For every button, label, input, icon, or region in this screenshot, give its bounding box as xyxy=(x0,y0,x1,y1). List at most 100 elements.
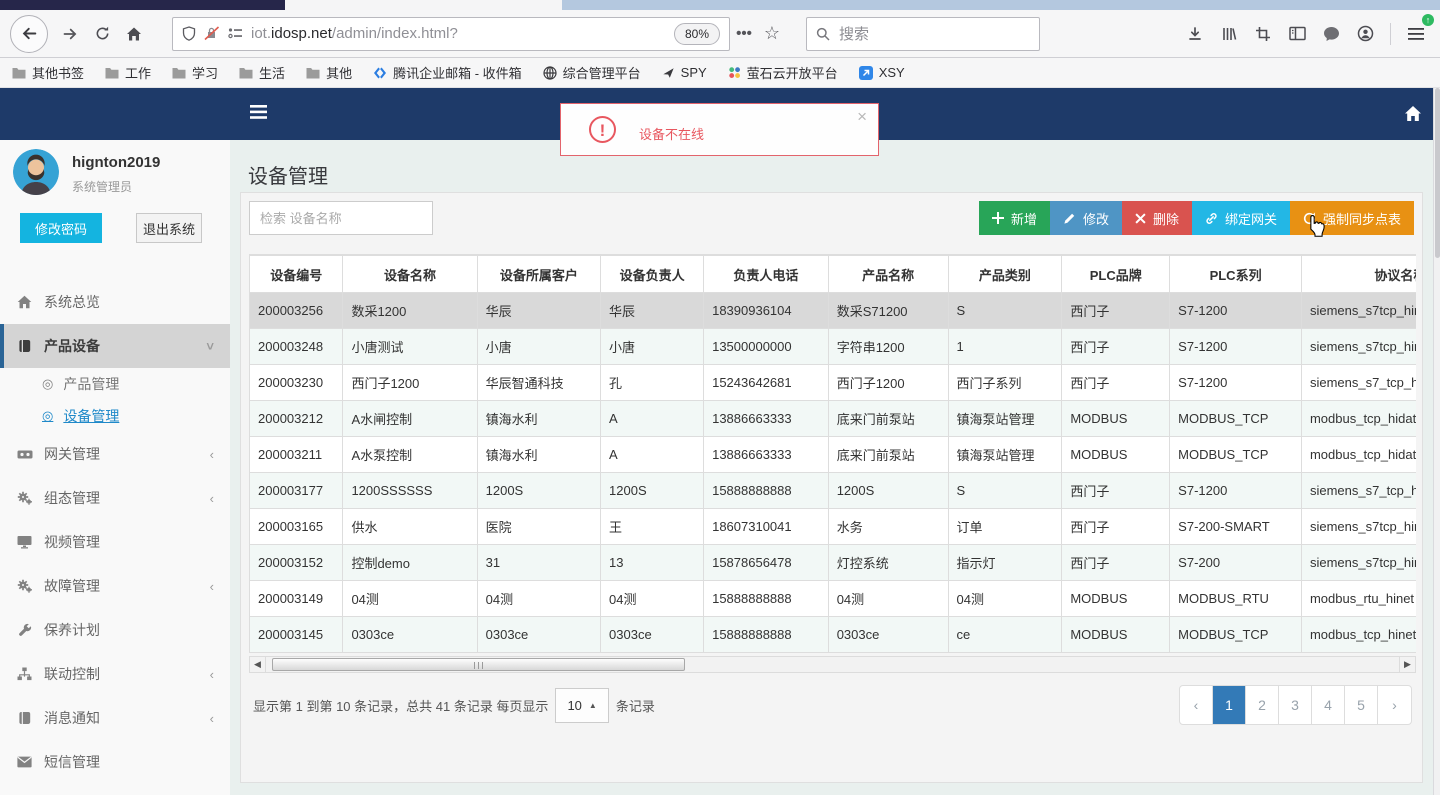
page-button-3[interactable]: 3 xyxy=(1279,686,1312,724)
sidebar-item-system-overview[interactable]: 系统总览 xyxy=(0,280,230,324)
reload-button[interactable] xyxy=(86,18,118,50)
column-header[interactable]: 设备所属客户 xyxy=(476,255,602,293)
page-actions-icon[interactable]: ••• xyxy=(730,19,758,49)
sidebar-item-gateway-management[interactable]: 网关管理 ‹ xyxy=(0,432,230,476)
table-row[interactable]: 200003256 数采1200 华辰 华辰 18390936104 数采S71200 S 西… xyxy=(249,292,1416,329)
table-row[interactable]: 200003152 控制demo 31 13 15878656478 灯控系统 指示灯 西门子… xyxy=(249,544,1416,581)
downloads-icon[interactable] xyxy=(1181,19,1209,49)
navbar-home-icon[interactable] xyxy=(1404,105,1422,122)
alert-close-icon[interactable]: × xyxy=(857,107,867,127)
column-header[interactable]: PLC系列 xyxy=(1169,255,1302,293)
table-cell: A水泵控制 xyxy=(342,436,478,473)
sidebar-item-maintenance-plan[interactable]: 保养计划 xyxy=(0,608,230,652)
table-row[interactable]: 200003165 供水 医院王 18607310041 水务 订单 西门子 S7-200-S… xyxy=(249,508,1416,545)
bookmark-management-platform[interactable]: 综合管理平台 xyxy=(543,63,641,82)
table-cell: 1 xyxy=(947,328,1063,365)
sidebar-item-video-management[interactable]: 视频管理 xyxy=(0,520,230,564)
column-header[interactable]: 设备名称 xyxy=(342,255,478,293)
error-icon: ! xyxy=(589,116,616,143)
device-search-input[interactable] xyxy=(249,201,433,235)
active-tab-partial[interactable] xyxy=(285,0,562,10)
sidebar-item-message-notice[interactable]: 消息通知 ‹ xyxy=(0,696,230,740)
column-header[interactable]: 设备编号 xyxy=(249,255,344,293)
column-header[interactable]: 设备负责人 xyxy=(600,255,705,293)
page-button-next[interactable]: › xyxy=(1378,686,1411,724)
pagination: ‹ 1 2 3 4 5 › xyxy=(1179,685,1412,725)
bookmark-other[interactable]: 其他 xyxy=(306,63,352,82)
url-bar[interactable]: iot.idosp.net/admin/index.html? 80% xyxy=(172,16,730,51)
library-icon[interactable] xyxy=(1215,19,1243,49)
sidebar-item-fault-management[interactable]: 故障管理 ‹ xyxy=(0,564,230,608)
delete-button[interactable]: 删除 xyxy=(1121,201,1192,235)
column-header[interactable]: 产品名称 xyxy=(827,255,949,293)
bookmark-work[interactable]: 工作 xyxy=(105,63,151,82)
bookmark-star-icon[interactable]: ☆ xyxy=(758,19,786,49)
sidebar-toggle-icon[interactable] xyxy=(250,105,267,119)
messenger-bubble-icon[interactable] xyxy=(1317,19,1345,49)
zoom-level-badge[interactable]: 80% xyxy=(673,22,720,45)
permissions-icon[interactable] xyxy=(228,27,243,40)
page-button-5[interactable]: 5 xyxy=(1345,686,1378,724)
page-scrollbar-thumb[interactable] xyxy=(1435,88,1440,258)
app-menu-icon[interactable]: ↑ xyxy=(1402,13,1434,49)
edit-button[interactable]: 修改 xyxy=(1049,201,1122,235)
tab-strip-dark-segment xyxy=(0,0,285,10)
home-button[interactable] xyxy=(118,18,150,50)
bookmark-spy[interactable]: SPY xyxy=(662,65,707,80)
table-row[interactable]: 200003177 1200SSSSSS 1200S 1200S 15888888888… xyxy=(249,472,1416,509)
table-cell: siemens_s7_tcp_hidata xyxy=(1300,364,1416,401)
bind-gateway-button[interactable]: 绑定网关 xyxy=(1191,201,1290,235)
bookmark-ys7-open-platform[interactable]: 萤石云开放平台 xyxy=(728,63,838,82)
account-icon[interactable] xyxy=(1351,19,1379,49)
bookmark-other-bookmarks[interactable]: 其他书签 xyxy=(12,63,84,82)
change-password-button[interactable]: 修改密码 xyxy=(20,213,102,243)
horizontal-scrollbar[interactable]: ◀ ▶ xyxy=(249,656,1416,673)
table-row[interactable]: 200003145 0303ce 0303ce 0303ce 15888888888 03… xyxy=(249,616,1416,653)
table-cell: A xyxy=(600,400,705,437)
bookmark-xsy[interactable]: XSY xyxy=(858,65,905,80)
sidebar-item-sms-management[interactable]: 短信管理 xyxy=(0,740,230,784)
force-sync-button[interactable]: 强制同步点表 xyxy=(1289,201,1414,235)
column-header[interactable]: 协议名称 xyxy=(1300,255,1416,293)
sidebar-item-config-management[interactable]: 组态管理 ‹ xyxy=(0,476,230,520)
table-row[interactable]: 200003230 西门子1200 华辰智通科技孔 15243642681 西门子120… xyxy=(249,364,1416,401)
page-button-prev[interactable]: ‹ xyxy=(1180,686,1213,724)
table-row[interactable]: 200003211 A水泵控制 镇海水利 A 13886663333 底来门前泵站 镇海泵站… xyxy=(249,436,1416,473)
bookmark-life[interactable]: 生活 xyxy=(239,63,285,82)
bookmark-study[interactable]: 学习 xyxy=(172,63,218,82)
insecure-connection-icon[interactable] xyxy=(204,26,220,41)
sidebar-subitem-device-management[interactable]: ◎ 设备管理 xyxy=(0,400,230,432)
browser-search-bar[interactable]: 搜索 xyxy=(806,16,1040,51)
table-row[interactable]: 200003149 04测 04测 04测 15888888888 04测 04测 MODBU… xyxy=(249,580,1416,617)
forward-button[interactable] xyxy=(54,18,86,50)
sidebar-item-linkage-control[interactable]: 联动控制 ‹ xyxy=(0,652,230,696)
toolbar-right-icons: ↑ xyxy=(1181,13,1434,49)
table-cell: 西门子 xyxy=(1061,472,1171,509)
logout-button[interactable]: 退出系统 xyxy=(136,213,202,243)
page-button-1[interactable]: 1 xyxy=(1213,686,1246,724)
page-button-2[interactable]: 2 xyxy=(1246,686,1279,724)
sidebar-subitem-product-management[interactable]: ◎ 产品管理 xyxy=(0,368,230,400)
column-header[interactable]: 负责人电话 xyxy=(703,255,829,293)
table-cell: MODBUS xyxy=(1061,616,1171,653)
scroll-right-icon[interactable]: ▶ xyxy=(1399,657,1415,672)
table-row[interactable]: 200003212 A水闸控制 镇海水利 A 13886663333 底来门前泵站 镇海泵站… xyxy=(249,400,1416,437)
chevron-left-icon: ‹ xyxy=(209,490,214,506)
sidebars-icon[interactable] xyxy=(1283,19,1311,49)
column-header[interactable]: PLC品牌 xyxy=(1061,255,1171,293)
page-button-4[interactable]: 4 xyxy=(1312,686,1345,724)
bookmark-tencent-exmail[interactable]: 腾讯企业邮箱 - 收件箱 xyxy=(373,63,522,82)
add-button[interactable]: 新增 xyxy=(978,201,1050,235)
back-button[interactable] xyxy=(10,14,48,53)
sidebar-item-product-device[interactable]: 产品设备 ˅ xyxy=(0,324,230,368)
scrollbar-thumb[interactable] xyxy=(272,658,685,671)
page-size-select[interactable]: 10 ▲ xyxy=(555,688,609,723)
screenshot-crop-icon[interactable] xyxy=(1249,19,1277,49)
avatar xyxy=(13,149,59,195)
column-header[interactable]: 产品类别 xyxy=(947,255,1063,293)
tracking-shield-icon[interactable] xyxy=(182,25,196,42)
table-cell: 小唐 xyxy=(476,328,602,365)
page-scrollbar[interactable] xyxy=(1433,88,1440,795)
table-row[interactable]: 200003248 小唐测试 小唐 小唐 13500000000 字符串1200 1 西门子 S… xyxy=(249,328,1416,365)
scroll-left-icon[interactable]: ◀ xyxy=(250,657,266,672)
